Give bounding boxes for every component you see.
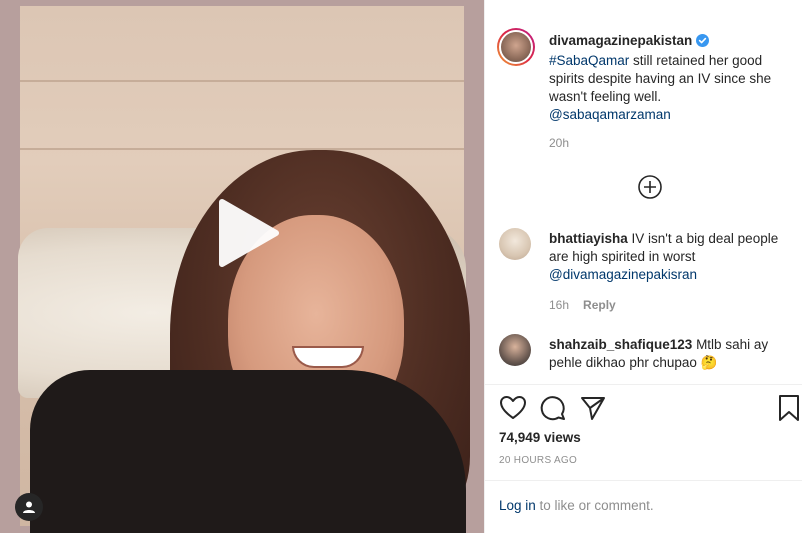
comment-item: bhattiayisha IV isn't a big deal people … [549,230,789,284]
login-text: to like or comment. [535,498,654,513]
post-age[interactable]: 20 HOURS AGO [499,455,577,466]
comment-mention[interactable]: @divamagazinepakisran [549,267,697,282]
caption-hashtag[interactable]: #SabaQamar [549,53,629,68]
post-caption: divamagazinepakistan #SabaQamar still re… [549,32,787,124]
divider [485,480,802,481]
heart-icon[interactable] [499,394,527,422]
user-tag-icon[interactable] [15,493,43,521]
author-avatar[interactable] [497,28,535,66]
verified-badge-icon [696,34,710,52]
comment-meta: 16h Reply [549,298,616,312]
caption-mention[interactable]: @sabaqamarzaman [549,107,671,122]
plus-circle-icon[interactable] [637,174,663,200]
comment-time[interactable]: 16h [549,298,569,312]
commenter-avatar[interactable] [499,228,531,260]
bookmark-icon[interactable] [777,394,801,422]
video-player[interactable] [0,0,484,533]
headboard-line [20,80,464,82]
commenter-avatar[interactable] [499,334,531,366]
divider [485,384,802,385]
comment-username[interactable]: bhattiayisha [549,231,628,246]
view-count[interactable]: 74,949 views [499,430,581,445]
comment-bubble-icon[interactable] [539,394,567,422]
smile [292,346,364,368]
paper-plane-icon[interactable] [579,394,607,422]
headboard-line [20,148,464,150]
login-prompt: Log in to like or comment. [499,498,654,513]
comment-username[interactable]: shahzaib_shafique123 [549,337,692,352]
author-username[interactable]: divamagazinepakistan [549,33,692,48]
play-icon[interactable] [212,196,282,270]
reply-button[interactable]: Reply [583,298,616,312]
post-time[interactable]: 20h [549,136,569,150]
post-sidebar: divamagazinepakistan #SabaQamar still re… [484,0,802,533]
comment-item: shahzaib_shafique123 Mtlb sahi ay pehle … [549,336,789,372]
login-link[interactable]: Log in [499,498,536,513]
shirt [30,370,466,533]
